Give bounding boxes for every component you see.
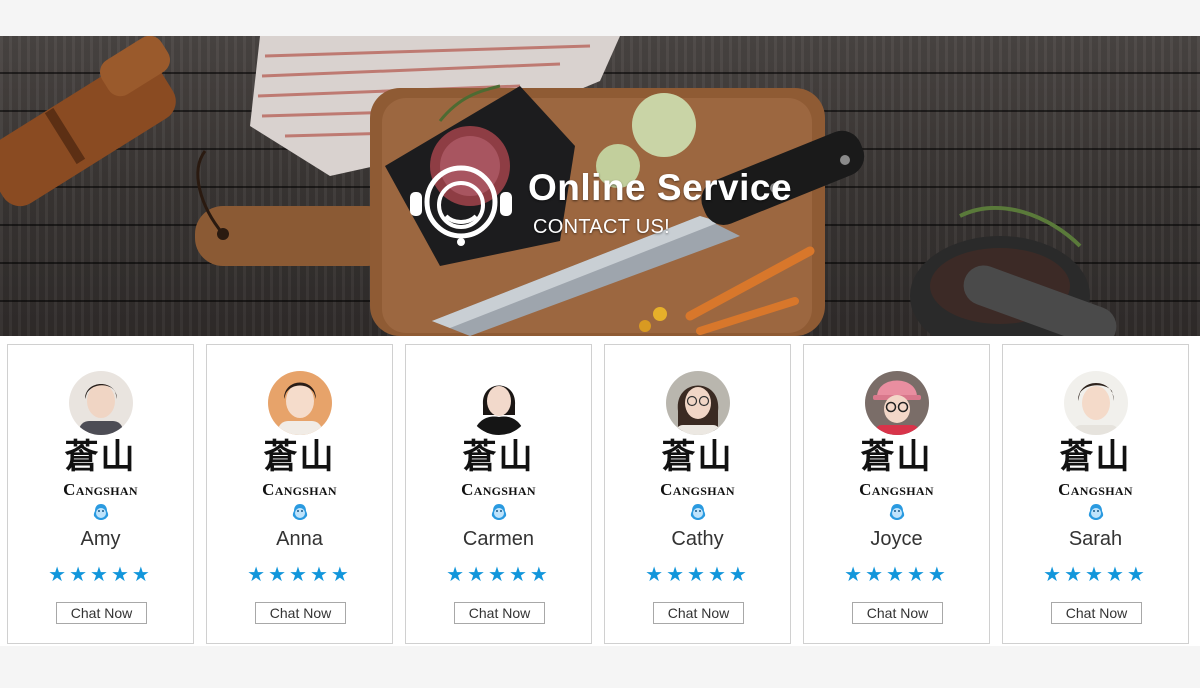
- star-icon: ★: [707, 562, 729, 586]
- star-icon: ★: [309, 562, 331, 586]
- avatar: [666, 371, 730, 435]
- agent-card-joyce: 蒼山 Cangshan Joyce ★★★★★ Chat Now: [803, 344, 990, 644]
- star-icon: ★: [906, 562, 928, 586]
- banner-title: Online Service: [528, 167, 793, 208]
- star-icon: ★: [268, 562, 290, 586]
- agent-card-sarah: 蒼山 Cangshan Sarah ★★★★★ Chat Now: [1002, 344, 1189, 644]
- star-icon: ★: [1064, 562, 1086, 586]
- agent-name: Carmen: [462, 528, 535, 550]
- agent-name: Cathy: [671, 528, 724, 550]
- star-icon: ★: [927, 562, 949, 586]
- agent-card-amy: 蒼山 Cangshan Amy ★★★★★ Chat Now: [7, 344, 194, 644]
- chat-now-button[interactable]: Chat Now: [56, 602, 147, 624]
- qq-icon[interactable]: [1087, 503, 1105, 521]
- star-icon: ★: [666, 562, 688, 586]
- qq-icon[interactable]: [888, 503, 906, 521]
- rating-stars: ★★★★★: [605, 562, 790, 586]
- star-icon: ★: [488, 562, 509, 586]
- lime-image: [632, 93, 696, 157]
- avatar: [1064, 371, 1128, 435]
- agent-card-anna: 蒼山 Cangshan Anna ★★★★★ Chat Now: [206, 344, 393, 644]
- brand-logo-en: Cangshan: [859, 480, 934, 499]
- star-icon: ★: [844, 562, 866, 586]
- qq-icon[interactable]: [92, 503, 110, 521]
- pepper-grinder-image: [0, 36, 176, 207]
- brand-logo-cn: 蒼山: [263, 437, 336, 477]
- agent-card-carmen: 蒼山 Cangshan Carmen ★★★★★ Chat Now: [405, 344, 592, 644]
- star-icon: ★: [508, 562, 530, 586]
- brand-logo-cn: 蒼山: [64, 437, 137, 477]
- rating-stars: ★★★★★: [207, 562, 392, 586]
- star-icon: ★: [1105, 562, 1127, 586]
- star-icon: ★: [247, 562, 269, 586]
- agent-card-cathy: 蒼山 Cangshan Cathy ★★★★★ Chat Now: [604, 344, 791, 644]
- agent-name: Amy: [80, 528, 121, 550]
- star-icon: ★: [529, 562, 551, 586]
- star-icon: ★: [865, 562, 887, 586]
- agent-card-list: 蒼山 Cangshan Amy ★★★★★ Chat Now 蒼山 Cangsh…: [0, 336, 1200, 646]
- star-icon: ★: [48, 562, 70, 586]
- qq-icon[interactable]: [689, 503, 707, 521]
- agent-name: Joyce: [870, 528, 923, 550]
- star-icon: ★: [289, 562, 310, 586]
- qq-icon[interactable]: [291, 503, 309, 521]
- brand-logo-cn: 蒼山: [860, 437, 933, 477]
- star-icon: ★: [69, 562, 91, 586]
- banner-subtitle: CONTACT US!: [533, 216, 671, 238]
- star-icon: ★: [886, 562, 907, 586]
- star-icon: ★: [1126, 562, 1148, 586]
- headset-icon: [410, 165, 512, 246]
- star-icon: ★: [687, 562, 708, 586]
- brand-logo-en: Cangshan: [461, 480, 536, 499]
- avatar: [268, 371, 332, 435]
- star-icon: ★: [1085, 562, 1106, 586]
- rating-stars: ★★★★★: [406, 562, 591, 586]
- star-icon: ★: [446, 562, 468, 586]
- chat-now-button[interactable]: Chat Now: [255, 602, 346, 624]
- avatar: [69, 371, 133, 435]
- agent-name: Sarah: [1068, 528, 1123, 550]
- agent-name: Anna: [276, 528, 323, 550]
- online-service-banner: Online Service CONTACT US!: [0, 36, 1200, 336]
- star-icon: ★: [110, 562, 132, 586]
- brand-logo-cn: 蒼山: [1059, 437, 1132, 477]
- brand-logo-cn: 蒼山: [661, 437, 734, 477]
- star-icon: ★: [131, 562, 153, 586]
- rating-stars: ★★★★★: [8, 562, 193, 586]
- star-icon: ★: [645, 562, 667, 586]
- rating-stars: ★★★★★: [804, 562, 989, 586]
- brand-logo-en: Cangshan: [660, 480, 735, 499]
- brand-logo-en: Cangshan: [63, 480, 138, 499]
- star-icon: ★: [330, 562, 352, 586]
- rating-stars: ★★★★★: [1003, 562, 1188, 586]
- avatar: [467, 371, 531, 435]
- avatar: [865, 371, 929, 435]
- star-icon: ★: [467, 562, 489, 586]
- star-icon: ★: [728, 562, 750, 586]
- brand-logo-en: Cangshan: [1058, 480, 1133, 499]
- mortar-image: [910, 206, 1117, 336]
- chat-now-button[interactable]: Chat Now: [852, 602, 943, 624]
- brand-logo-cn: 蒼山: [462, 437, 535, 477]
- top-strip: [0, 0, 1200, 36]
- chat-now-button[interactable]: Chat Now: [454, 602, 545, 624]
- brand-logo-en: Cangshan: [262, 480, 337, 499]
- bottom-strip: [0, 646, 1200, 680]
- chat-now-button[interactable]: Chat Now: [653, 602, 744, 624]
- chat-now-button[interactable]: Chat Now: [1051, 602, 1142, 624]
- qq-icon[interactable]: [490, 503, 508, 521]
- star-icon: ★: [1043, 562, 1065, 586]
- star-icon: ★: [90, 562, 111, 586]
